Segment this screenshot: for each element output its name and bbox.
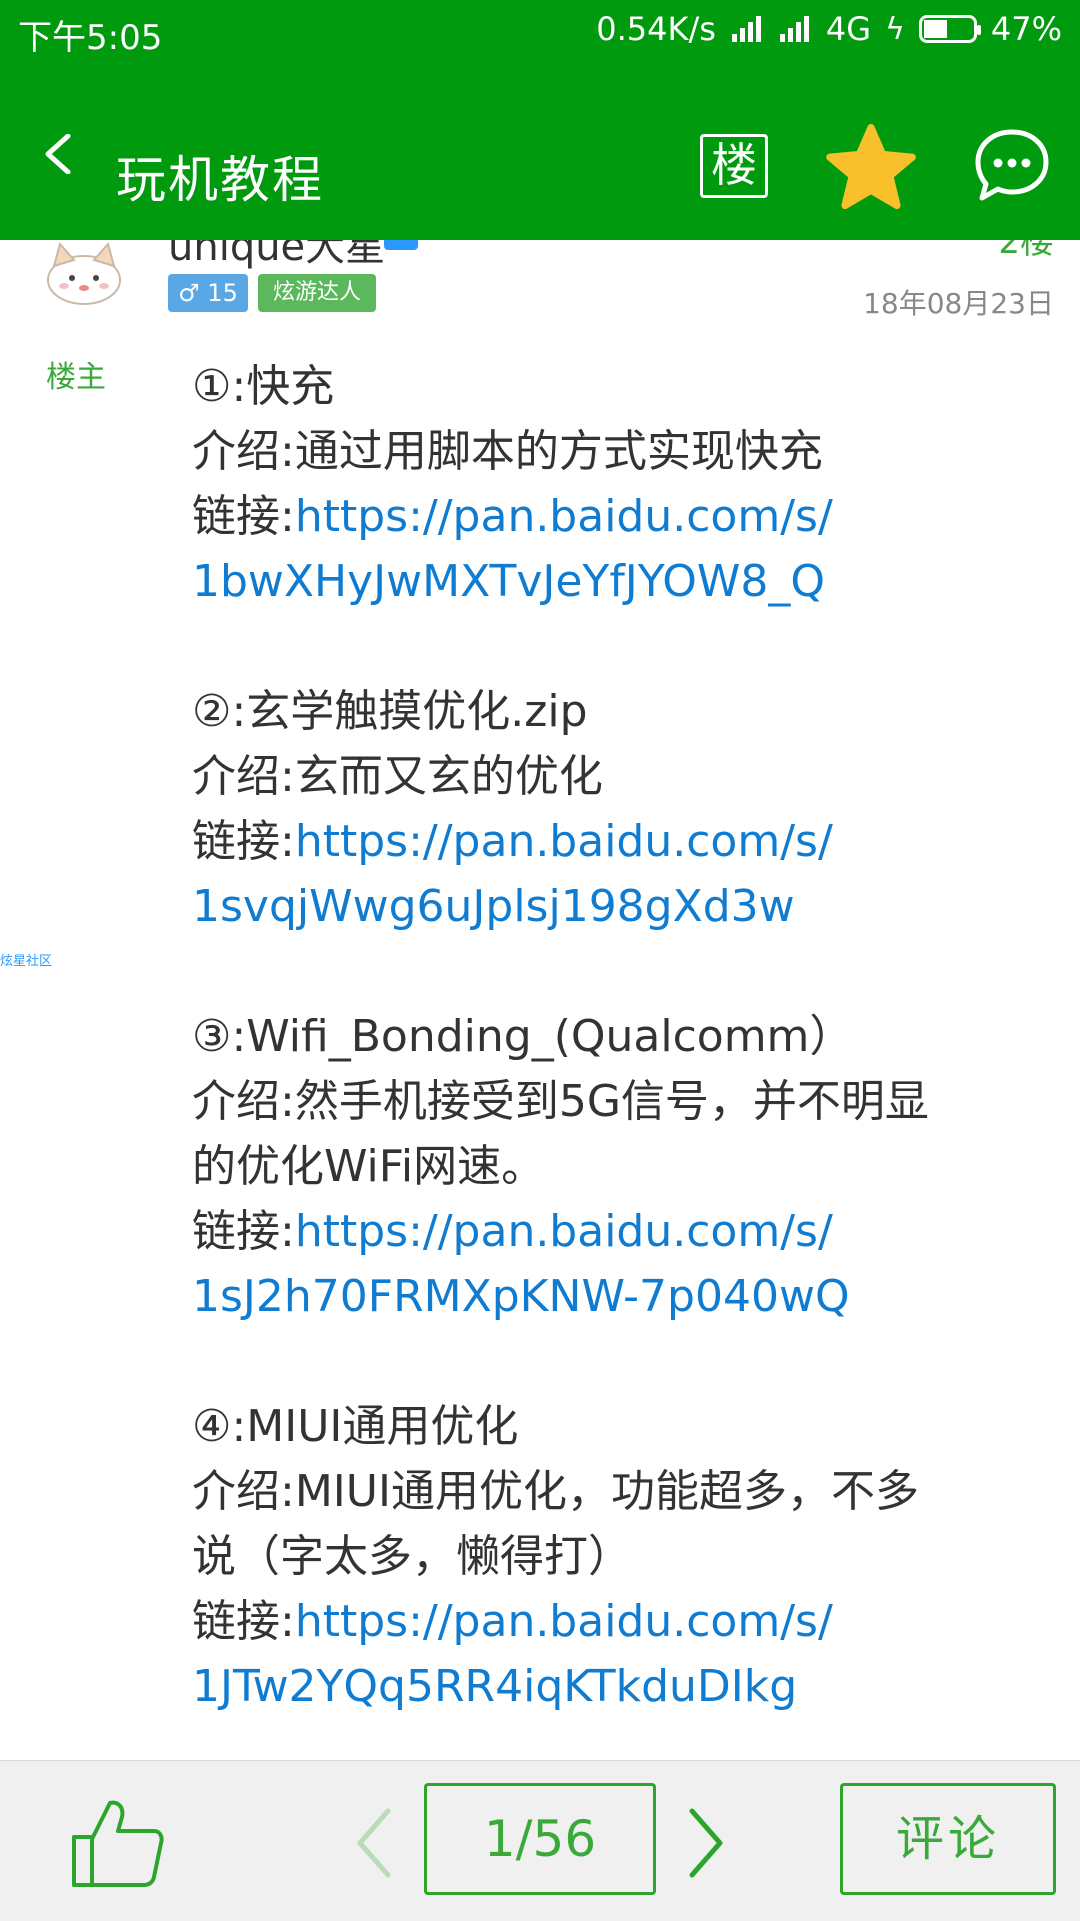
- signal-icon: [730, 14, 764, 44]
- link-prefix: 链接:: [192, 816, 295, 867]
- status-bar: 下午5:05 0.54K/s 4G ϟ 47%: [0, 0, 1080, 62]
- item-link-row: 链接:https://pan.baidu.com/s/: [192, 1199, 1032, 1264]
- post-date: 18年08月23日: [863, 287, 1054, 320]
- message-icon[interactable]: [972, 126, 1052, 206]
- link-url-cont[interactable]: 1JTw2YQq5RR4iqKTkduDIkg: [192, 1654, 1032, 1719]
- status-time: 下午5:05: [18, 18, 163, 58]
- battery-icon: [918, 15, 981, 43]
- back-arrow-icon[interactable]: [40, 134, 80, 174]
- link-url-cont[interactable]: 1svqjWwg6uJplsj198gXd3w: [192, 874, 1032, 939]
- comment-button[interactable]: 评论: [840, 1783, 1056, 1895]
- link-url[interactable]: https://pan.baidu.com/s/: [295, 816, 833, 867]
- link-url[interactable]: https://pan.baidu.com/s/: [295, 1206, 833, 1257]
- like-thumb-icon[interactable]: [70, 1797, 166, 1889]
- signal-icon-2: [778, 14, 812, 44]
- charging-icon: ϟ: [885, 11, 905, 47]
- gender-level-badge: ♂ 15: [168, 274, 248, 312]
- item-intro: 介绍:玄而又玄的优化: [192, 751, 603, 802]
- item-title: ②:玄学触摸优化.zip: [192, 686, 588, 737]
- link-url[interactable]: https://pan.baidu.com/s/: [295, 1596, 833, 1647]
- item-intro: 介绍:通过用脚本的方式实现快充: [192, 426, 823, 477]
- floor-button[interactable]: 楼: [700, 134, 768, 198]
- item-intro: 介绍:然手机接受到5G信号，并不明显: [192, 1076, 929, 1127]
- next-page-icon[interactable]: [686, 1807, 726, 1879]
- username[interactable]: unique大星: [168, 240, 385, 272]
- link-prefix: 链接:: [192, 1596, 295, 1647]
- status-battery: 47%: [990, 10, 1062, 48]
- item-intro: 说（字太多，懒得打）: [192, 1531, 632, 1582]
- prev-page-icon[interactable]: [354, 1807, 394, 1879]
- item-intro: 介绍:MIUI通用优化，功能超多，不多: [192, 1466, 919, 1517]
- link-url[interactable]: https://pan.baidu.com/s/: [295, 491, 833, 542]
- item-title: ④:MIUI通用优化: [192, 1401, 519, 1452]
- item-title: ③:Wifi_Bonding_(Qualcomm）: [192, 1011, 854, 1062]
- link-url-cont[interactable]: 1bwXHyJwMXTvJeYfJYOW8_Q: [192, 549, 1032, 614]
- item-link-row: 链接:https://pan.baidu.com/s/: [192, 1589, 1032, 1654]
- item-link-row: 链接:https://pan.baidu.com/s/: [192, 809, 1032, 874]
- app-bar: 玩机教程 楼: [0, 62, 1080, 240]
- battery-fill: [923, 20, 947, 38]
- floor-number: 2楼: [998, 240, 1054, 262]
- top-bar: 下午5:05 0.54K/s 4G ϟ 47% 玩机教程 楼: [0, 0, 1080, 240]
- link-url-cont[interactable]: 1sJ2h70FRMXpKNW-7p040wQ: [192, 1264, 1032, 1329]
- bottom-bar: 1/56 评论: [0, 1760, 1080, 1921]
- status-network: 4G: [825, 10, 872, 48]
- item-intro: 的优化WiFi网速。: [192, 1141, 546, 1192]
- favorite-star-icon[interactable]: [826, 124, 916, 210]
- item-link-row: 链接:https://pan.baidu.com/s/: [192, 484, 1032, 549]
- status-net-speed: 0.54K/s: [596, 10, 716, 48]
- avatar[interactable]: [44, 240, 124, 306]
- item-title: ①:快充: [192, 361, 335, 412]
- status-right: 0.54K/s 4G ϟ 47%: [596, 10, 1062, 48]
- link-prefix: 链接:: [192, 491, 295, 542]
- watermark: 炫星社区: [0, 954, 53, 969]
- link-prefix: 链接:: [192, 1206, 295, 1257]
- post-body: ①:快充 介绍:通过用脚本的方式实现快充 链接:https://pan.baid…: [192, 354, 1032, 1719]
- page-title: 玩机教程: [116, 151, 324, 209]
- post-content[interactable]: unique大星 2楼 ♂ 15 炫游达人 18年08月23日 楼主 炫星社区 …: [0, 240, 1080, 1760]
- page-indicator[interactable]: 1/56: [424, 1783, 656, 1895]
- verified-icon: [384, 240, 418, 250]
- level-title-badge: 炫游达人: [258, 274, 376, 312]
- op-label: 楼主: [46, 360, 106, 395]
